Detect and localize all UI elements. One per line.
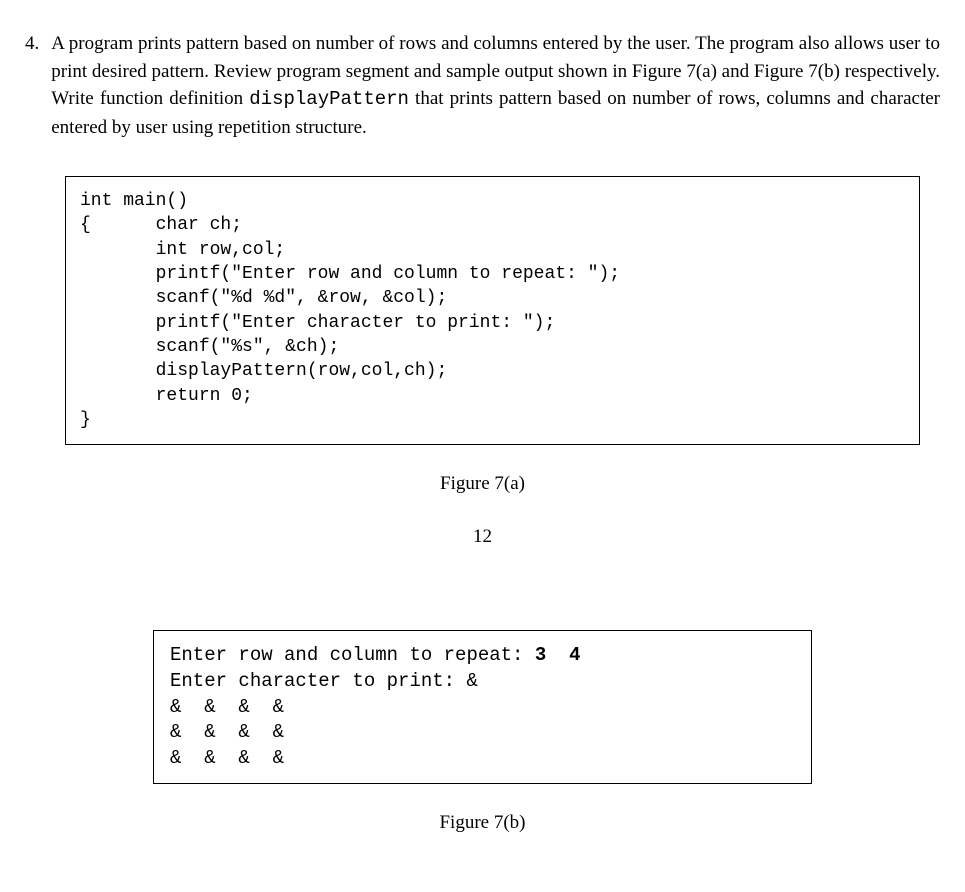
question-block: 4. A program prints pattern based on num…	[25, 30, 940, 141]
output-line1-prefix: Enter row and column to repeat:	[170, 644, 535, 666]
output-rest: Enter character to print: & & & & & & & …	[170, 670, 478, 769]
question-text: A program prints pattern based on number…	[51, 30, 940, 141]
output-block: Enter row and column to repeat: 3 4 Ente…	[153, 630, 812, 784]
output-line1-input: 3 4	[535, 644, 581, 666]
question-number: 4.	[25, 30, 39, 141]
code-block: int main() { char ch; int row,col; print…	[65, 176, 920, 445]
figure-7a-caption: Figure 7(a)	[25, 470, 940, 498]
page-number: 12	[25, 523, 940, 551]
function-name: displayPattern	[249, 88, 409, 110]
figure-7b-caption: Figure 7(b)	[25, 809, 940, 837]
